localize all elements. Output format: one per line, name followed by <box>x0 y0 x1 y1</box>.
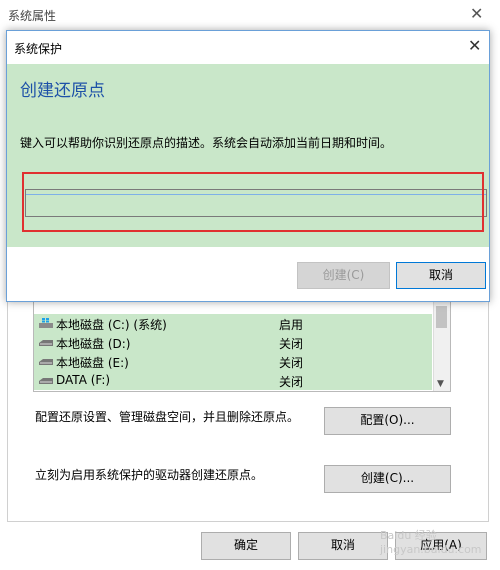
create-description: 立刻为启用系统保护的驱动器创建还原点。 <box>35 468 264 482</box>
drive-name: DATA (F:) <box>56 373 111 387</box>
close-icon[interactable]: ✕ <box>470 4 483 23</box>
watermark: Baidu 经验 jingyan.baidu.com <box>380 529 482 556</box>
create-button[interactable]: 创建(C) <box>297 262 390 289</box>
drive-icon <box>39 378 53 384</box>
list-item[interactable]: 本地磁盘 (C:) (系统) 启用 <box>34 314 432 333</box>
system-protection-dialog: 系统保护 ✕ 创建还原点 键入可以帮助你识别还原点的描述。系统会自动添加当前日期… <box>6 30 490 302</box>
drive-icon <box>39 359 53 365</box>
instruction-text: 键入可以帮助你识别还原点的描述。系统会自动添加当前日期和时间。 <box>20 136 393 150</box>
ok-button[interactable]: 确定 <box>201 532 291 560</box>
list-scrollbar[interactable]: ▼ <box>433 297 450 391</box>
drive-name: 本地磁盘 (C:) (系统) <box>56 318 167 332</box>
drive-icon <box>39 340 53 346</box>
config-description: 配置还原设置、管理磁盘空间，并且删除还原点。 <box>35 410 300 424</box>
configure-button[interactable]: 配置(O)... <box>324 407 451 435</box>
drive-protection-list[interactable]: 本地磁盘 (C:) (系统) 启用 本地磁盘 (D:) 关闭 本地磁盘 (E:)… <box>33 296 451 392</box>
windows-drive-icon <box>39 318 53 328</box>
list-item[interactable]: 本地磁盘 (D:) 关闭 <box>34 333 432 352</box>
drive-name: 本地磁盘 (E:) <box>56 356 129 370</box>
list-item[interactable]: 本地磁盘 (E:) 关闭 <box>34 352 432 371</box>
create-restore-point-button[interactable]: 创建(C)... <box>324 465 451 493</box>
cancel-button[interactable]: 取消 <box>298 532 388 560</box>
window-title: 系统属性 <box>8 9 57 23</box>
drive-state: 关闭 <box>279 356 304 370</box>
dialog-heading: 创建还原点 <box>20 81 105 101</box>
chevron-down-icon[interactable]: ▼ <box>437 379 444 389</box>
list-item[interactable]: DATA (F:) 关闭 <box>34 371 432 390</box>
scrollbar-thumb[interactable] <box>436 306 447 328</box>
drive-state: 启用 <box>279 318 304 332</box>
dialog-title: 系统保护 <box>14 42 63 56</box>
drive-state: 关闭 <box>279 375 304 389</box>
close-icon[interactable]: ✕ <box>468 36 481 55</box>
drive-name: 本地磁盘 (D:) <box>56 337 131 351</box>
drive-state: 关闭 <box>279 337 304 351</box>
highlight-box <box>22 172 484 232</box>
cancel-button[interactable]: 取消 <box>396 262 486 289</box>
